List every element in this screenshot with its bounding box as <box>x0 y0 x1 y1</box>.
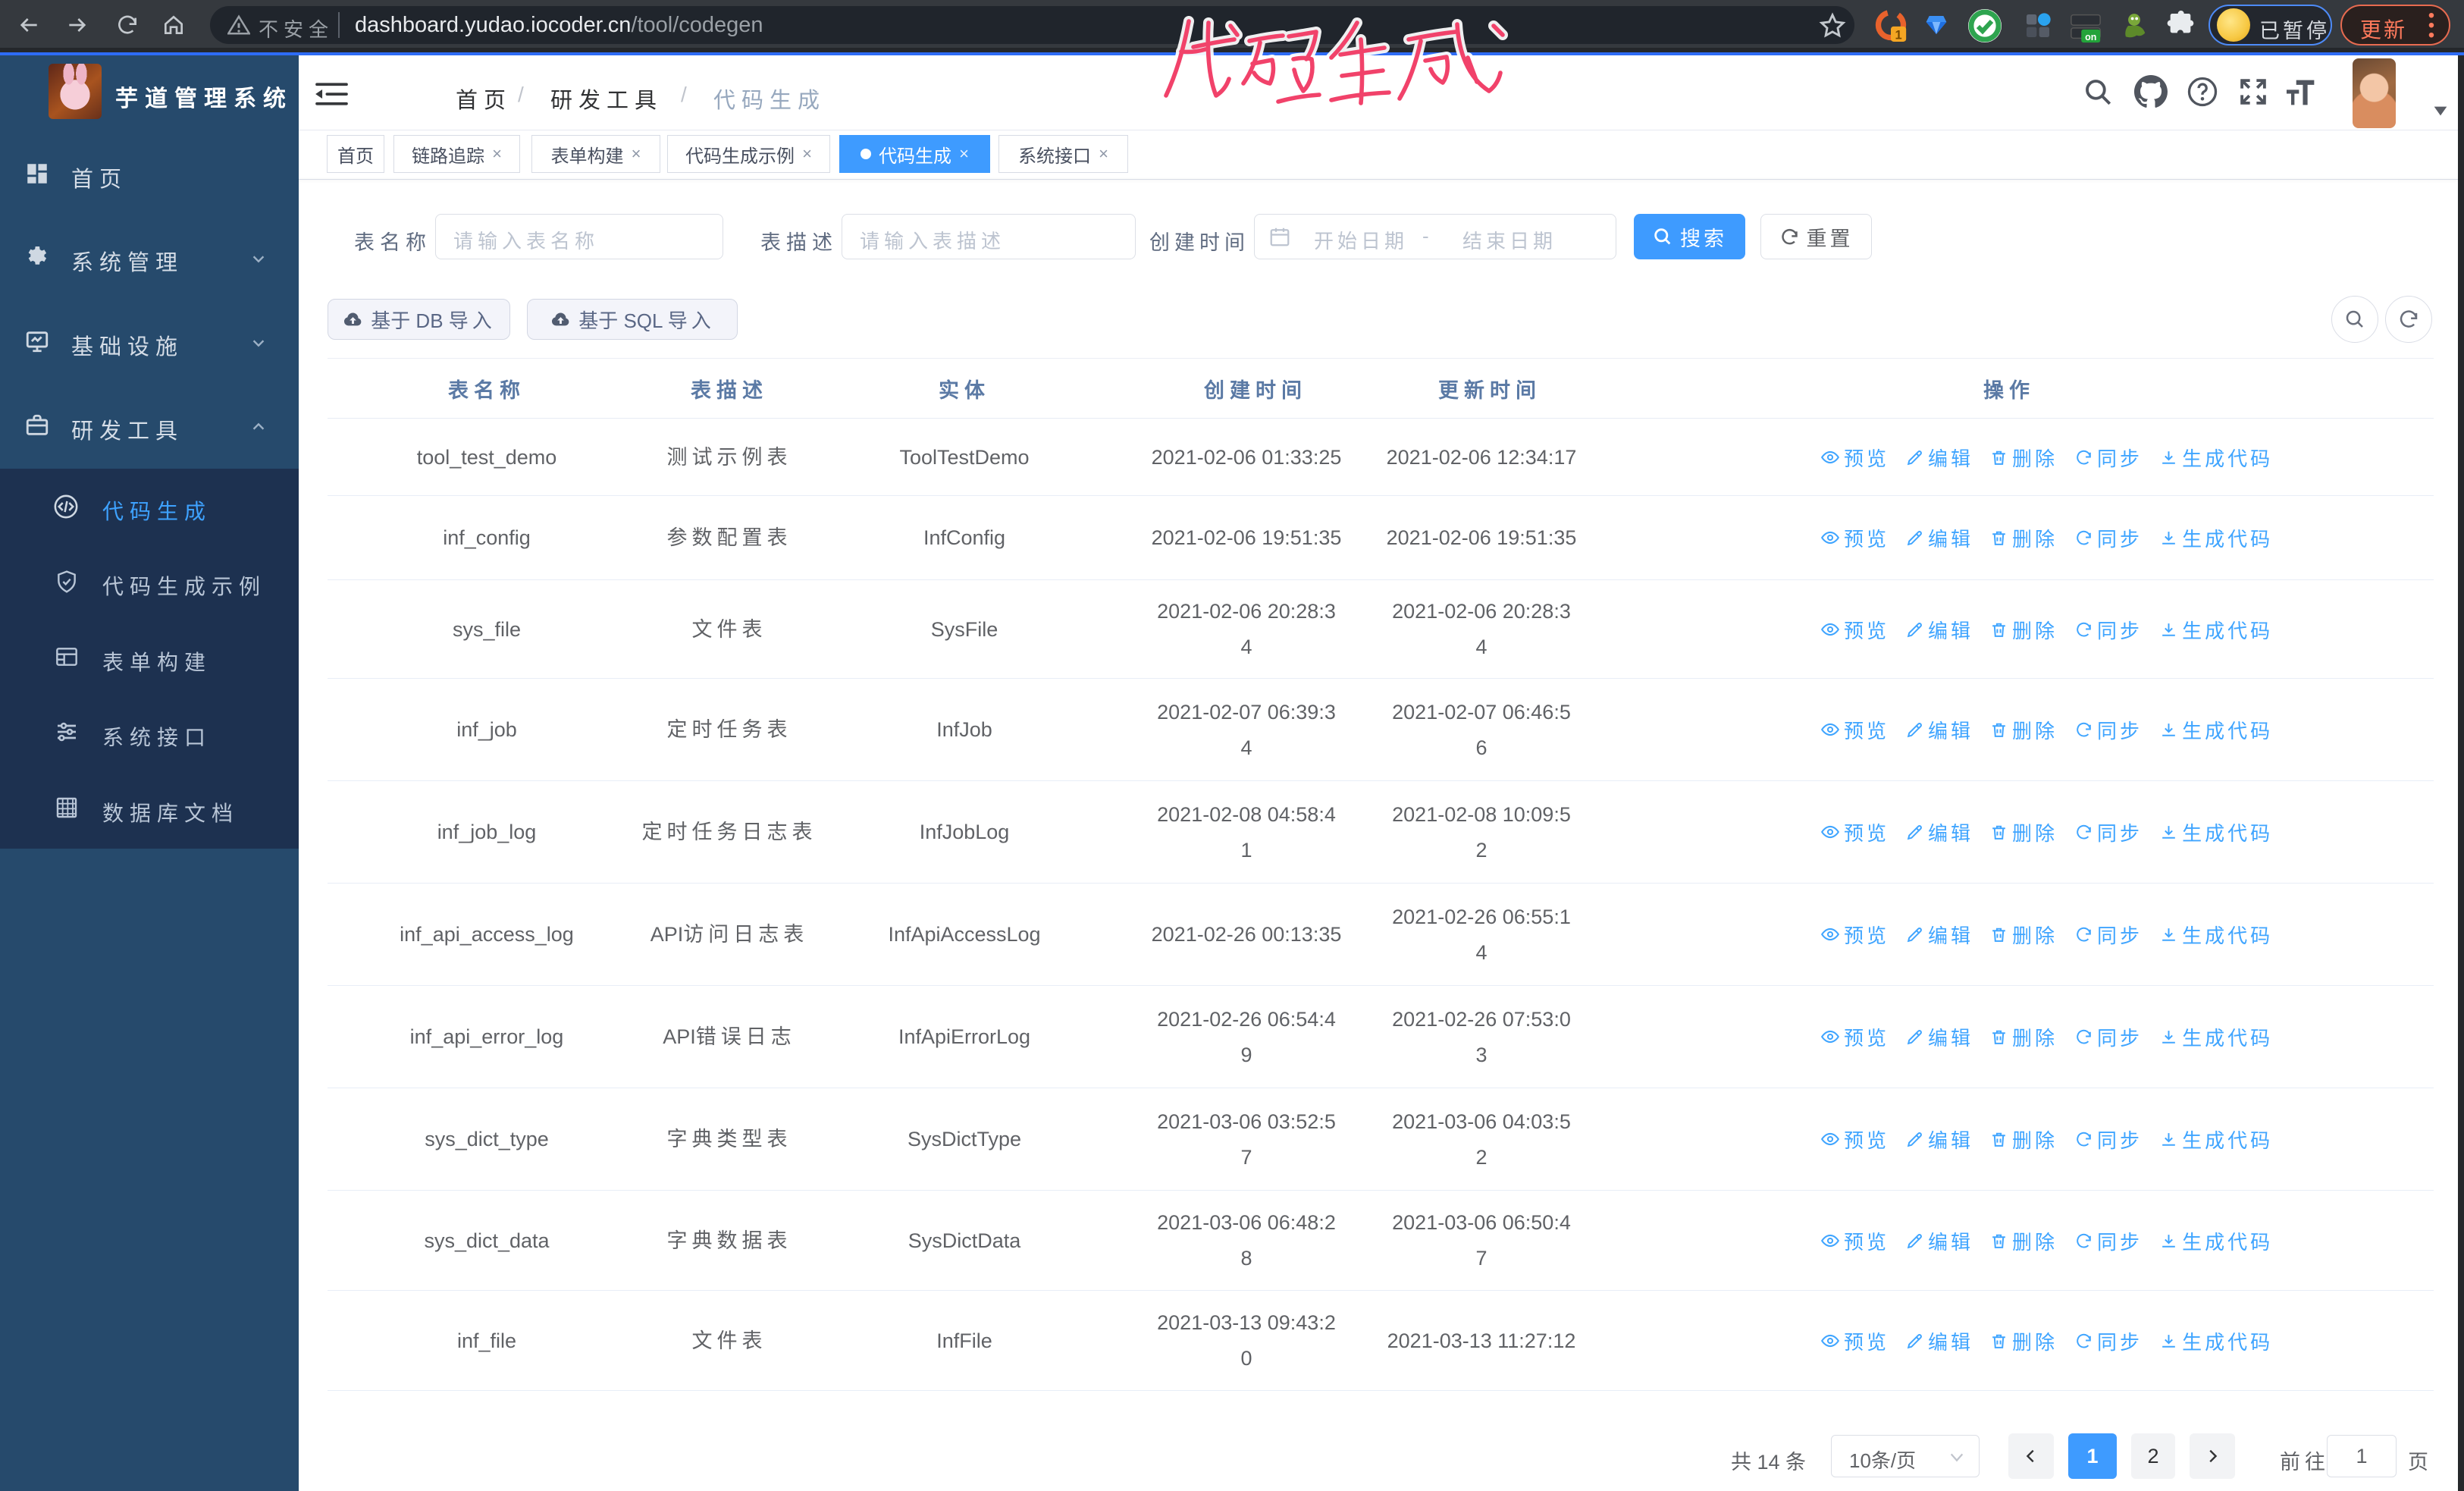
svg-text:1: 1 <box>1895 28 1901 42</box>
svg-text:on: on <box>2085 32 2096 42</box>
